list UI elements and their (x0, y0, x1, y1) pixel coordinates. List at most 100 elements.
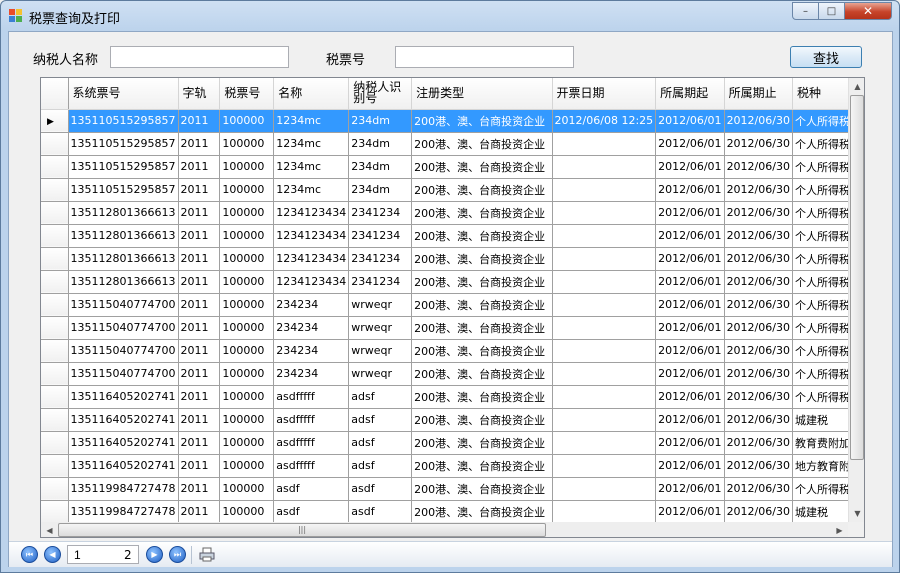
table-cell[interactable]: 200港、澳、台商投资企业 (411, 431, 553, 455)
row-header[interactable]: ▶ (41, 109, 69, 133)
table-cell[interactable] (552, 454, 657, 478)
table-cell[interactable] (552, 247, 657, 271)
table-cell[interactable]: 2011 (178, 155, 221, 179)
table-cell[interactable]: 2012/06/01 (655, 385, 725, 409)
table-cell[interactable]: 135112801366613 (68, 247, 179, 271)
table-row[interactable]: 135112801366613 2011 100000 1234123434 23412… (41, 270, 864, 294)
taxpayer-name-input[interactable] (110, 46, 289, 68)
table-cell[interactable]: 2012/06/01 (655, 477, 725, 501)
row-header[interactable] (41, 316, 69, 340)
column-header[interactable]: 系统票号 (68, 78, 179, 110)
print-icon[interactable] (199, 547, 215, 562)
table-cell[interactable]: 1234123434 (273, 247, 350, 271)
row-header[interactable] (41, 477, 69, 501)
table-cell[interactable]: 200港、澳、台商投资企业 (411, 224, 553, 248)
row-header[interactable] (41, 155, 69, 179)
vertical-scroll-thumb[interactable] (850, 95, 864, 460)
table-cell[interactable]: 234dm (348, 155, 413, 179)
table-cell[interactable]: 2011 (178, 132, 221, 156)
table-cell[interactable]: 2012/06/08 12:25 (552, 109, 657, 133)
table-cell[interactable]: 2341234 (348, 247, 413, 271)
first-page-icon[interactable]: ⏮ (21, 546, 38, 563)
table-cell[interactable]: 2011 (178, 477, 221, 501)
table-cell[interactable] (552, 500, 657, 524)
row-header[interactable] (41, 408, 69, 432)
table-cell[interactable] (552, 270, 657, 294)
table-cell[interactable]: 135116405202741 (68, 431, 179, 455)
table-cell[interactable]: 100000 (219, 224, 275, 248)
table-row[interactable]: ▶ 135110515295857 2011 100000 1234mc 234dm 200… (41, 109, 864, 133)
row-header[interactable] (41, 431, 69, 455)
table-cell[interactable]: 135116405202741 (68, 408, 179, 432)
table-cell[interactable]: 100000 (219, 454, 275, 478)
table-cell[interactable]: 2011 (178, 224, 221, 248)
column-header[interactable]: 纳税人识别号 (348, 78, 413, 110)
table-cell[interactable]: 2012/06/01 (655, 270, 725, 294)
table-cell[interactable]: wrweqr (348, 339, 413, 363)
table-row[interactable]: 135112801366613 2011 100000 1234123434 23412… (41, 247, 864, 271)
table-cell[interactable]: 2012/06/01 (655, 247, 725, 271)
table-cell[interactable]: 200港、澳、台商投资企业 (411, 293, 553, 317)
horizontal-scroll-thumb[interactable]: ||| (58, 523, 546, 537)
table-cell[interactable]: 135110515295857 (68, 155, 179, 179)
table-cell[interactable]: 100000 (219, 109, 275, 133)
table-cell[interactable]: 2341234 (348, 201, 413, 225)
table-cell[interactable]: 2012/06/30 (724, 270, 793, 294)
table-cell[interactable]: 2011 (178, 247, 221, 271)
table-cell[interactable]: 2012/06/30 (724, 385, 793, 409)
table-cell[interactable]: 1234mc (273, 109, 350, 133)
column-header[interactable]: 字轨 (178, 78, 221, 110)
row-header[interactable] (41, 132, 69, 156)
table-cell[interactable]: 1234mc (273, 155, 350, 179)
table-cell[interactable]: 2012/06/01 (655, 339, 725, 363)
table-cell[interactable]: 2012/06/01 (655, 362, 725, 386)
table-cell[interactable]: 1234123434 (273, 270, 350, 294)
table-cell[interactable]: 200港、澳、台商投资企业 (411, 500, 553, 524)
table-cell[interactable]: 135110515295857 (68, 132, 179, 156)
table-cell[interactable]: 234234 (273, 339, 350, 363)
table-cell[interactable]: 200港、澳、台商投资企业 (411, 178, 553, 202)
table-cell[interactable]: 200港、澳、台商投资企业 (411, 247, 553, 271)
table-cell[interactable]: 200港、澳、台商投资企业 (411, 201, 553, 225)
table-cell[interactable]: 2012/06/30 (724, 362, 793, 386)
column-header[interactable]: 注册类型 (411, 78, 553, 110)
table-cell[interactable]: adsf (348, 431, 413, 455)
table-row[interactable]: 135116405202741 2011 100000 asdfffff adsf 200… (41, 385, 864, 409)
table-cell[interactable]: 200港、澳、台商投资企业 (411, 339, 553, 363)
previous-page-icon[interactable]: ◀ (44, 546, 61, 563)
table-cell[interactable]: 135112801366613 (68, 270, 179, 294)
table-cell[interactable]: 2011 (178, 385, 221, 409)
table-cell[interactable]: 2012/06/01 (655, 155, 725, 179)
search-button[interactable]: 查找 (790, 46, 862, 68)
table-cell[interactable]: 2011 (178, 431, 221, 455)
table-cell[interactable]: wrweqr (348, 293, 413, 317)
table-cell[interactable]: 2012/06/01 (655, 224, 725, 248)
table-cell[interactable]: 135110515295857 (68, 178, 179, 202)
table-cell[interactable]: 135115040774700 (68, 362, 179, 386)
table-cell[interactable]: 200港、澳、台商投资企业 (411, 109, 553, 133)
table-cell[interactable]: 234dm (348, 178, 413, 202)
table-cell[interactable]: 2011 (178, 270, 221, 294)
table-cell[interactable]: 135110515295857 (68, 109, 179, 133)
table-cell[interactable] (552, 224, 657, 248)
table-cell[interactable]: 100000 (219, 316, 275, 340)
table-cell[interactable]: wrweqr (348, 362, 413, 386)
table-cell[interactable]: asdfffff (273, 385, 350, 409)
table-cell[interactable] (552, 293, 657, 317)
next-page-icon[interactable]: ▶ (146, 546, 163, 563)
table-cell[interactable]: 2012/06/30 (724, 293, 793, 317)
table-row[interactable]: 135115040774700 2011 100000 234234 wrweqr 200… (41, 293, 864, 317)
table-cell[interactable]: 1234123434 (273, 201, 350, 225)
table-cell[interactable]: 100000 (219, 408, 275, 432)
table-cell[interactable]: 2012/06/30 (724, 431, 793, 455)
table-cell[interactable]: 2011 (178, 454, 221, 478)
scroll-left-icon[interactable]: ◀ (41, 522, 58, 537)
row-header[interactable] (41, 385, 69, 409)
table-cell[interactable]: 2012/06/30 (724, 178, 793, 202)
table-cell[interactable]: 135112801366613 (68, 224, 179, 248)
table-row[interactable]: 135119984727478 2011 100000 asdf asdf 200港、澳、… (41, 500, 864, 524)
table-cell[interactable]: 2012/06/30 (724, 201, 793, 225)
table-cell[interactable]: 1234123434 (273, 224, 350, 248)
table-row[interactable]: 135112801366613 2011 100000 1234123434 23412… (41, 201, 864, 225)
table-cell[interactable] (552, 431, 657, 455)
